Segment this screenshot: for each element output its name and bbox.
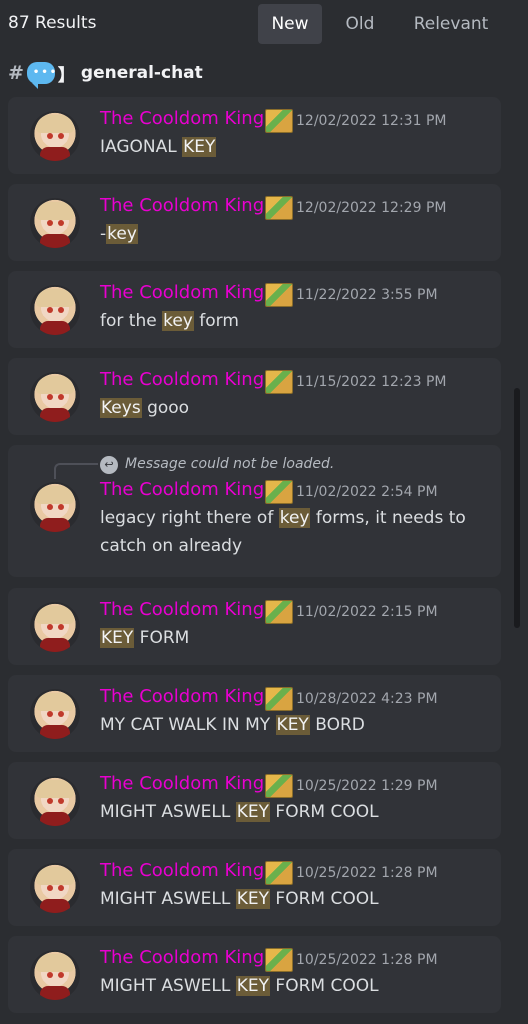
message-content: KEY FORM	[100, 624, 485, 652]
message-text: legacy right there of	[100, 508, 279, 528]
search-result-message[interactable]: The Cooldom King 10/28/2022 4:23 PM MY CAT…	[8, 675, 501, 752]
message-content: MIGHT ASWELL KEY FORM COOL	[100, 885, 485, 913]
avatar[interactable]	[30, 689, 80, 739]
role-badge-icon[interactable]	[265, 109, 293, 133]
search-highlight: KEY	[235, 802, 271, 822]
channel-name: general-chat	[80, 63, 203, 83]
search-result-message[interactable]: The Cooldom King 10/25/2022 1:28 PM MIGHT …	[8, 936, 501, 1013]
message-content: MY CAT WALK IN MY KEY BORD	[100, 711, 485, 739]
username[interactable]: The Cooldom King	[100, 195, 264, 216]
search-result-message[interactable]: The Cooldom King 12/02/2022 12:31 PM IAGON…	[8, 97, 501, 174]
message-timestamp: 12/02/2022 12:31 PM	[296, 113, 447, 129]
role-badge-icon[interactable]	[265, 774, 293, 798]
message-text: MIGHT ASWELL	[100, 802, 236, 822]
search-highlight: KEY	[235, 976, 271, 996]
message-timestamp: 11/02/2022 2:54 PM	[296, 484, 438, 500]
message-timestamp: 11/22/2022 3:55 PM	[296, 287, 438, 303]
channel-bracket: 】	[57, 65, 75, 86]
search-result-message[interactable]: The Cooldom King 11/22/2022 3:55 PM for th…	[8, 271, 501, 348]
search-highlight: Keys	[100, 398, 142, 418]
message-content: IAGONAL KEY	[100, 133, 485, 161]
search-highlight: key	[278, 508, 311, 528]
username[interactable]: The Cooldom King	[100, 369, 264, 390]
message-text: for the	[100, 311, 163, 331]
message-text: MY CAT WALK IN MY	[100, 715, 276, 735]
avatar[interactable]	[30, 776, 80, 826]
message-timestamp: 11/15/2022 12:23 PM	[296, 374, 447, 390]
search-highlight: KEY	[235, 889, 271, 909]
message-timestamp: 10/28/2022 4:23 PM	[296, 691, 438, 707]
avatar[interactable]	[30, 285, 80, 335]
username[interactable]: The Cooldom King	[100, 686, 264, 707]
search-highlight: KEY	[275, 715, 310, 735]
message-content: Keys gooo	[100, 394, 485, 422]
username[interactable]: The Cooldom King	[100, 479, 264, 500]
role-badge-icon[interactable]	[265, 948, 293, 972]
message-timestamp: 10/25/2022 1:28 PM	[296, 865, 438, 881]
message-text: MIGHT ASWELL	[100, 976, 236, 996]
search-result-message[interactable]: The Cooldom King 10/25/2022 1:29 PM MIGHT …	[8, 762, 501, 839]
avatar[interactable]	[30, 863, 80, 913]
message-text: FORM COOL	[270, 802, 379, 822]
channel-hash-icon: #	[8, 62, 24, 84]
username[interactable]: The Cooldom King	[100, 282, 264, 303]
search-highlight: KEY	[182, 137, 217, 157]
tab-old[interactable]: Old	[336, 4, 384, 44]
reply-unavailable-text[interactable]: Message could not be loaded.	[125, 456, 334, 472]
message-text: BORD	[309, 715, 365, 735]
message-text: FORM COOL	[270, 889, 379, 909]
role-badge-icon[interactable]	[265, 196, 293, 220]
message-timestamp: 11/02/2022 2:15 PM	[296, 604, 438, 620]
search-highlight: KEY	[100, 628, 135, 648]
message-text: MIGHT ASWELL	[100, 889, 236, 909]
search-result-message[interactable]: The Cooldom King 10/25/2022 1:28 PM MIGHT …	[8, 849, 501, 926]
search-highlight: key	[106, 224, 138, 244]
message-content: MIGHT ASWELL KEY FORM COOL	[100, 798, 485, 826]
scrollbar[interactable]	[514, 388, 520, 628]
avatar[interactable]	[30, 950, 80, 1000]
message-timestamp: 10/25/2022 1:29 PM	[296, 778, 438, 794]
username[interactable]: The Cooldom King	[100, 860, 264, 881]
search-result-message[interactable]: The Cooldom King 11/15/2022 12:23 PM Keys …	[8, 358, 501, 435]
message-content: legacy right there of key forms, it need…	[100, 504, 485, 560]
channel-header[interactable]: # ••• 】 general-chat	[8, 58, 203, 89]
role-badge-icon[interactable]	[265, 861, 293, 885]
message-text: gooo	[141, 398, 190, 418]
speech-bubble-icon: •••	[26, 62, 56, 89]
search-results-header: 87 Results New Old Relevant	[0, 0, 528, 48]
avatar[interactable]	[30, 198, 80, 248]
message-timestamp: 10/25/2022 1:28 PM	[296, 952, 438, 968]
reply-icon: ↩	[100, 456, 118, 474]
reply-connector	[54, 463, 98, 479]
message-content: for the key form	[100, 307, 485, 335]
role-badge-icon[interactable]	[265, 600, 293, 624]
tab-new[interactable]: New	[258, 4, 322, 44]
role-badge-icon[interactable]	[265, 283, 293, 307]
message-content: MIGHT ASWELL KEY FORM COOL	[100, 972, 485, 1000]
avatar[interactable]	[30, 482, 80, 532]
username[interactable]: The Cooldom King	[100, 773, 264, 794]
tab-relevant[interactable]: Relevant	[404, 4, 498, 44]
avatar[interactable]	[30, 372, 80, 422]
role-badge-icon[interactable]	[265, 370, 293, 394]
username[interactable]: The Cooldom King	[100, 947, 264, 968]
search-result-message[interactable]: The Cooldom King 12/02/2022 12:29 PM -key	[8, 184, 501, 261]
username[interactable]: The Cooldom King	[100, 599, 264, 620]
avatar[interactable]	[30, 111, 80, 161]
role-badge-icon[interactable]	[265, 480, 293, 504]
results-count: 87 Results	[8, 13, 97, 33]
message-text: IAGONAL	[100, 137, 183, 157]
username[interactable]: The Cooldom King	[100, 108, 264, 129]
message-content: -key	[100, 220, 485, 248]
search-result-message[interactable]: The Cooldom King 11/02/2022 2:15 PM KEY FO…	[8, 588, 501, 665]
message-text: FORM	[134, 628, 190, 648]
search-result-message[interactable]: ↩ Message could not be loaded. The Cooldom…	[8, 445, 501, 577]
message-text: FORM COOL	[270, 976, 379, 996]
avatar[interactable]	[30, 602, 80, 652]
message-timestamp: 12/02/2022 12:29 PM	[296, 200, 447, 216]
message-text: form	[193, 311, 239, 331]
search-highlight: key	[162, 311, 194, 331]
role-badge-icon[interactable]	[265, 687, 293, 711]
